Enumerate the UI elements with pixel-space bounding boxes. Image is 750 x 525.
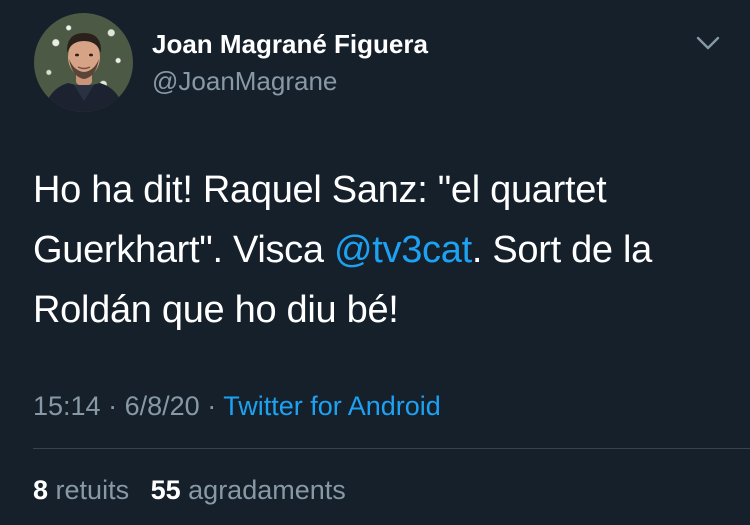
meta-separator-2: · [207, 391, 217, 421]
author-name[interactable]: Joan Magrané Figuera [152, 28, 428, 60]
retweets-count: 8 [33, 475, 49, 505]
tweet-stats: 8 retuits 55 agradaments [33, 472, 360, 508]
retweets-stat[interactable]: 8 retuits [33, 475, 129, 505]
source-link[interactable]: Twitter for Android [223, 391, 441, 421]
tweet-date[interactable]: 6/8/20 [125, 391, 200, 421]
meta-separator: · [108, 391, 118, 421]
author-handle[interactable]: @JoanMagrane [152, 65, 337, 97]
tweet-text: Ho ha dit! Raquel Sanz: "el quartet Guer… [33, 160, 733, 340]
likes-count: 55 [150, 475, 181, 505]
mention-link[interactable]: @tv3cat [334, 229, 472, 271]
retweets-label: retuits [55, 475, 130, 505]
likes-stat[interactable]: 55 agradaments [151, 475, 346, 505]
avatar-portrait [44, 33, 124, 112]
tweet-meta: 15:14 · 6/8/20 · Twitter for Android [33, 388, 441, 424]
tweet-card: Joan Magrané Figuera @JoanMagrane Ho ha … [0, 0, 750, 525]
likes-label: agradaments [188, 475, 346, 505]
avatar[interactable] [34, 13, 133, 112]
divider [33, 448, 750, 449]
chevron-down-icon[interactable] [694, 32, 722, 54]
tweet-time[interactable]: 15:14 [33, 391, 101, 421]
